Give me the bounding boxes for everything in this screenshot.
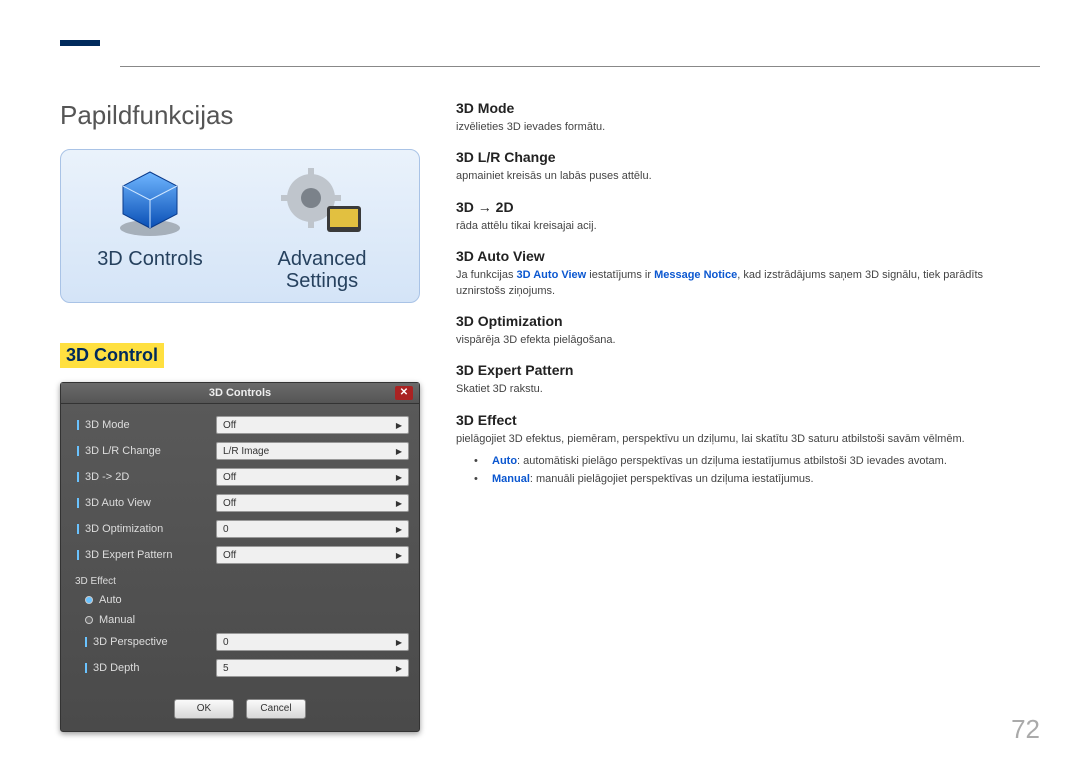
text-3d-expert-pattern: Skatiet 3D rakstu. <box>456 382 1020 397</box>
text-3d-effect: pielāgojiet 3D efektus, piemēram, perspe… <box>456 432 1020 447</box>
field-3d-depth[interactable]: 5▶ <box>216 659 409 677</box>
page-title: Papildfunkcijas <box>60 100 420 131</box>
heading-3d-to-2d: 3D → 2D <box>456 199 1020 215</box>
row-3d-lr-change: 3D L/R Change L/R Image▶ <box>71 440 409 462</box>
ok-button[interactable]: OK <box>174 699 234 719</box>
row-label: 3D Optimization <box>85 523 163 535</box>
header-accent-bar <box>60 40 100 46</box>
tile-label: 3D Controls <box>97 248 203 270</box>
gear-thumb-icon <box>277 162 367 242</box>
dialog-title-text: 3D Controls <box>209 387 271 399</box>
heading-3d-mode: 3D Mode <box>456 100 1020 116</box>
text-3d-to-2d: rāda attēlu tikai kreisajai acij. <box>456 219 1020 234</box>
radio-dot-icon <box>85 616 93 624</box>
dialog-3d-controls: 3D Controls ✕ 3D Mode Off▶ 3D L/R Change… <box>60 382 420 732</box>
bullet-list-3d-effect: Auto: automātiski pielāgo perspektīvas u… <box>482 453 1020 488</box>
row-label: 3D L/R Change <box>85 445 161 457</box>
radio-auto[interactable]: Auto <box>71 591 409 609</box>
chevron-right-icon: ▶ <box>396 421 402 430</box>
row-label: 3D -> 2D <box>85 471 129 483</box>
text-3d-mode: izvēlieties 3D ievades formātu. <box>456 120 1020 135</box>
row-3d-perspective: 3D Perspective 0▶ <box>71 631 409 653</box>
menu-icon-panel: 3D Controls <box>60 149 420 303</box>
radio-label: Manual <box>99 614 135 626</box>
field-3d-mode[interactable]: Off▶ <box>216 416 409 434</box>
chevron-right-icon: ▶ <box>396 525 402 534</box>
field-3d-optimization[interactable]: 0▶ <box>216 520 409 538</box>
field-3d-lr-change[interactable]: L/R Image▶ <box>216 442 409 460</box>
tile-advanced-settings[interactable]: Advanced Settings <box>247 162 397 292</box>
tile-label: Advanced Settings <box>247 248 397 292</box>
row-label: 3D Depth <box>93 662 139 674</box>
text-3d-lr-change: apmainiet kreisās un labās puses attēlu. <box>456 169 1020 184</box>
row-3d-mode: 3D Mode Off▶ <box>71 414 409 436</box>
text-3d-optimization: vispārēja 3D efekta pielāgošana. <box>456 333 1020 348</box>
page-number: 72 <box>1011 714 1040 745</box>
cube-3d-icon <box>105 162 195 242</box>
close-icon[interactable]: ✕ <box>395 386 413 400</box>
group-label-3d-effect: 3D Effect <box>71 570 409 591</box>
radio-manual[interactable]: Manual <box>71 611 409 629</box>
row-label: 3D Mode <box>85 419 130 431</box>
heading-3d-expert-pattern: 3D Expert Pattern <box>456 362 1020 378</box>
row-label: 3D Perspective <box>93 636 168 648</box>
bullet-auto: Auto: automātiski pielāgo perspektīvas u… <box>482 453 1020 471</box>
chevron-right-icon: ▶ <box>396 664 402 673</box>
bullet-manual: Manual: manuāli pielāgojiet perspektīvas… <box>482 471 1020 489</box>
heading-3d-auto-view: 3D Auto View <box>456 248 1020 264</box>
heading-3d-lr-change: 3D L/R Change <box>456 149 1020 165</box>
chevron-right-icon: ▶ <box>396 551 402 560</box>
section-heading-3d-control: 3D Control <box>60 343 164 368</box>
chevron-right-icon: ▶ <box>396 638 402 647</box>
row-3d-optimization: 3D Optimization 0▶ <box>71 518 409 540</box>
heading-3d-effect: 3D Effect <box>456 412 1020 428</box>
text-3d-auto-view: Ja funkcijas 3D Auto View iestatījums ir… <box>456 268 1020 299</box>
row-label: 3D Auto View <box>85 497 151 509</box>
row-3d-depth: 3D Depth 5▶ <box>71 657 409 679</box>
field-3d-perspective[interactable]: 0▶ <box>216 633 409 651</box>
radio-dot-icon <box>85 596 93 604</box>
field-3d-to-2d[interactable]: Off▶ <box>216 468 409 486</box>
tile-3d-controls[interactable]: 3D Controls <box>75 162 225 292</box>
row-3d-to-2d: 3D -> 2D Off▶ <box>71 466 409 488</box>
chevron-right-icon: ▶ <box>396 499 402 508</box>
chevron-right-icon: ▶ <box>396 447 402 456</box>
radio-label: Auto <box>99 594 122 606</box>
cancel-button[interactable]: Cancel <box>246 699 306 719</box>
row-3d-expert-pattern: 3D Expert Pattern Off▶ <box>71 544 409 566</box>
header-divider <box>120 66 1040 67</box>
row-3d-auto-view: 3D Auto View Off▶ <box>71 492 409 514</box>
field-3d-auto-view[interactable]: Off▶ <box>216 494 409 512</box>
field-3d-expert-pattern[interactable]: Off▶ <box>216 546 409 564</box>
row-label: 3D Expert Pattern <box>85 549 172 561</box>
chevron-right-icon: ▶ <box>396 473 402 482</box>
heading-3d-optimization: 3D Optimization <box>456 313 1020 329</box>
dialog-title: 3D Controls ✕ <box>61 383 419 404</box>
